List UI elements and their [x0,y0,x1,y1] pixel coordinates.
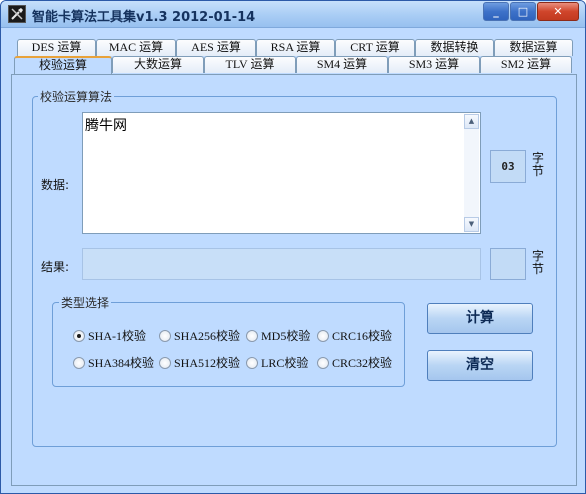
data-length-box: 03 [490,150,526,183]
radio-checked-icon[interactable] [73,329,85,342]
tab-rsa[interactable]: RSA 运算 [256,39,335,56]
type-select-title: 类型选择 [59,294,112,311]
tab-sm3[interactable]: SM3 运算 [388,56,480,73]
tab-data-compute[interactable]: 数据运算 [494,39,573,56]
radio-sha384[interactable]: SHA384校验 [73,354,154,371]
tab-crt[interactable]: CRT 运算 [335,39,415,56]
compute-button[interactable]: 计算 [427,303,533,334]
radio-icon[interactable] [317,356,329,369]
radio-sha512[interactable]: SHA512校验 [159,354,240,371]
maximize-button[interactable]: □ [510,2,536,21]
tab-des[interactable]: DES 运算 [17,39,96,56]
title-bar[interactable]: 智能卡算法工具集v1.3 2012-01-14 _ □ ✕ [1,1,585,28]
tab-aes[interactable]: AES 运算 [176,39,256,56]
radio-icon[interactable] [246,329,258,342]
result-label: 结果: [41,260,70,274]
radio-sha256[interactable]: SHA256校验 [159,327,240,344]
tab-checksum[interactable]: 校验运算 [14,56,112,74]
tab-tlv[interactable]: TLV 运算 [204,56,296,73]
radio-icon[interactable] [159,356,171,369]
type-select-group [52,302,405,387]
tab-mac[interactable]: MAC 运算 [96,39,176,56]
clear-button[interactable]: 清空 [427,350,533,381]
data-input-text: 腾牛网 [85,118,127,134]
radio-icon[interactable] [246,356,258,369]
scroll-up-icon[interactable]: ▲ [464,114,479,129]
checksum-group-title: 校验运算算法 [38,88,115,105]
app-window: 智能卡算法工具集v1.3 2012-01-14 _ □ ✕ DES 运算 MAC… [0,0,586,494]
tab-row-front: 校验运算 大数运算 TLV 运算 SM4 运算 SM3 运算 SM2 运算 [14,56,572,74]
window-title: 智能卡算法工具集v1.3 2012-01-14 [32,10,256,25]
data-scrollbar[interactable]: ▲ ▼ [464,114,479,232]
tab-sm4[interactable]: SM4 运算 [296,56,388,73]
radio-icon[interactable] [317,329,329,342]
tab-row-back: DES 运算 MAC 运算 AES 运算 RSA 运算 CRT 运算 数据转换 … [17,39,573,56]
radio-sha1[interactable]: SHA-1校验 [73,327,146,344]
data-label: 数据: [41,178,70,192]
tab-data-convert[interactable]: 数据转换 [415,39,494,56]
result-length-box [490,248,526,280]
result-unit-label: 字节 [531,249,544,276]
tools-icon [8,5,26,23]
radio-icon[interactable] [159,329,171,342]
data-input[interactable]: 腾牛网 ▲ ▼ [82,112,481,234]
minimize-button[interactable]: _ [483,2,509,21]
tab-bignum[interactable]: 大数运算 [112,56,204,73]
radio-md5[interactable]: MD5校验 [246,327,310,344]
radio-crc32[interactable]: CRC32校验 [317,354,392,371]
radio-icon[interactable] [73,356,85,369]
data-unit-label: 字节 [531,151,544,178]
tab-content-panel: 校验运算算法 数据: 腾牛网 ▲ ▼ 03 字节 结果: 字节 类型选择 SHA… [11,74,577,486]
result-output[interactable] [82,248,481,280]
close-button[interactable]: ✕ [537,2,579,21]
tab-sm2[interactable]: SM2 运算 [480,56,572,73]
radio-lrc[interactable]: LRC校验 [246,354,308,371]
scroll-down-icon[interactable]: ▼ [464,217,479,232]
radio-crc16[interactable]: CRC16校验 [317,327,392,344]
